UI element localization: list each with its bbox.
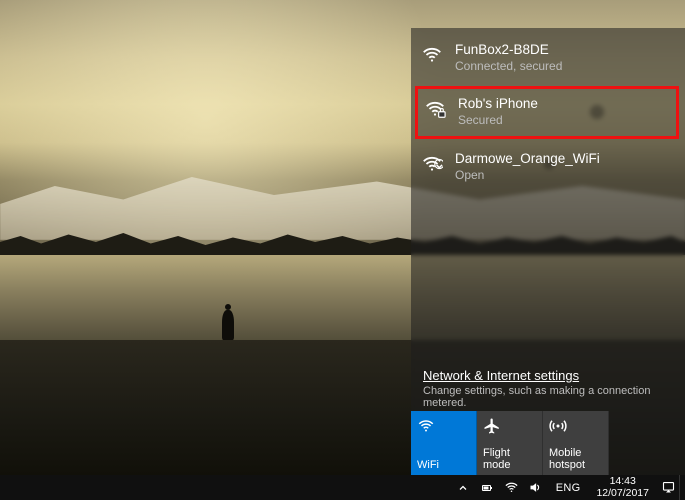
network-name: Darmowe_Orange_WiFi xyxy=(455,151,600,168)
network-item-highlighted[interactable]: Rob's iPhone Secured xyxy=(415,86,679,138)
network-text: FunBox2-B8DE Connected, secured xyxy=(455,42,562,74)
clock-time: 14:43 xyxy=(610,476,636,487)
airplane-icon xyxy=(483,417,536,435)
hotspot-icon xyxy=(549,417,602,435)
network-status: Secured xyxy=(458,113,538,129)
network-text: Rob's iPhone Secured xyxy=(458,96,538,128)
tray-wifi-icon[interactable] xyxy=(504,480,519,495)
wifi-open-icon xyxy=(421,153,443,175)
network-text: Darmowe_Orange_WiFi Open xyxy=(455,151,600,183)
network-settings-subtext: Change settings, such as making a connec… xyxy=(423,385,673,409)
clock-date: 12/07/2017 xyxy=(596,488,649,499)
wallpaper-figure xyxy=(222,310,234,340)
tile-flight-mode[interactable]: Flight mode xyxy=(477,411,543,475)
taskbar: ENG 14:43 12/07/2017 xyxy=(0,475,685,500)
wifi-secured-icon xyxy=(424,98,446,120)
network-status: Connected, secured xyxy=(455,59,562,75)
network-item-open[interactable]: Darmowe_Orange_WiFi Open xyxy=(411,141,685,193)
network-settings-section: Network & Internet settings Change setti… xyxy=(411,364,685,411)
show-desktop-button[interactable] xyxy=(679,475,685,500)
system-tray: ENG xyxy=(448,475,589,500)
tile-label: Flight mode xyxy=(483,447,536,471)
network-list: FunBox2-B8DE Connected, secured Rob's iP… xyxy=(411,28,685,364)
wifi-icon xyxy=(417,417,470,435)
network-status: Open xyxy=(455,168,600,184)
network-settings-link[interactable]: Network & Internet settings xyxy=(423,368,579,383)
network-name: Rob's iPhone xyxy=(458,96,538,113)
network-flyout: FunBox2-B8DE Connected, secured Rob's iP… xyxy=(411,28,685,475)
tile-wifi[interactable]: WiFi xyxy=(411,411,477,475)
wifi-icon xyxy=(421,44,443,66)
tray-language[interactable]: ENG xyxy=(552,482,585,494)
tray-volume-icon[interactable] xyxy=(528,480,543,495)
tray-clock[interactable]: 14:43 12/07/2017 xyxy=(588,475,657,500)
tile-mobile-hotspot[interactable]: Mobile hotspot xyxy=(543,411,609,475)
tray-notifications-icon[interactable] xyxy=(657,475,679,500)
tile-label: WiFi xyxy=(417,459,470,471)
tray-battery-icon[interactable] xyxy=(480,480,495,495)
tile-label: Mobile hotspot xyxy=(549,447,602,471)
network-name: FunBox2-B8DE xyxy=(455,42,562,59)
tray-chevron-up-icon[interactable] xyxy=(456,480,471,495)
quick-action-tiles: WiFi Flight mode Mobile hotspot xyxy=(411,411,685,475)
network-item-connected[interactable]: FunBox2-B8DE Connected, secured xyxy=(411,32,685,84)
